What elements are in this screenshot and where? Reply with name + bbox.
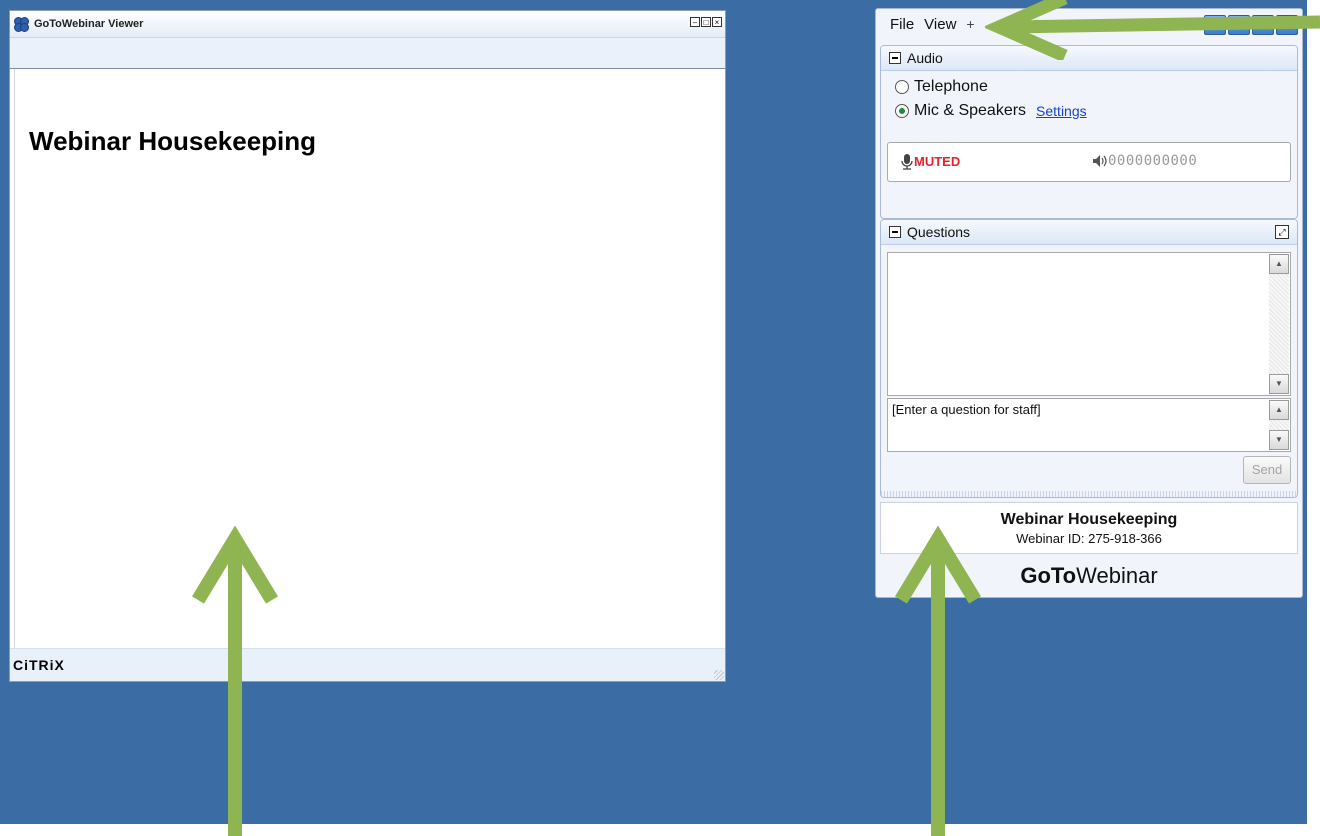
webinar-viewer-window: GoToWebinar Viewer – □ × Webinar Houseke…: [9, 10, 726, 682]
scroll-down-icon[interactable]: ▼: [1269, 374, 1289, 394]
menu-more[interactable]: +: [966, 16, 974, 32]
questions-scrollbar[interactable]: ▲ ▼: [1269, 254, 1289, 394]
control-panel: File View + Audio Telephone Mic & Speake…: [875, 8, 1303, 598]
telephone-radio[interactable]: [895, 80, 909, 94]
viewer-footer: CiTRiX: [10, 648, 725, 681]
brand-light: Webinar: [1076, 563, 1158, 588]
popout-icon[interactable]: ⤢: [1275, 225, 1289, 239]
question-input[interactable]: [Enter a question for staff] ▲ ▼: [887, 398, 1291, 452]
telephone-label: Telephone: [914, 78, 988, 95]
arrow-annotation-right: [895, 525, 981, 836]
viewer-title: GoToWebinar Viewer: [34, 18, 144, 30]
maximize-icon[interactable]: □: [701, 17, 711, 27]
viewer-titlebar[interactable]: GoToWebinar Viewer – □ ×: [10, 11, 725, 38]
questions-header-label: Questions: [907, 224, 971, 240]
arrow-annotation-left: [192, 525, 278, 836]
questions-header[interactable]: Questions: [881, 220, 1297, 245]
microphone-icon: [901, 154, 913, 170]
audio-status-box: MUTED 0000000000: [887, 142, 1291, 182]
viewer-toolbar: [10, 38, 725, 69]
minimize-icon[interactable]: –: [690, 17, 700, 27]
citrix-logo: CiTRiX: [13, 657, 65, 673]
menu-view[interactable]: View: [924, 16, 956, 33]
speaker-icon: [1093, 155, 1107, 167]
telephone-option[interactable]: Telephone: [895, 78, 988, 96]
mic-speakers-label: Mic & Speakers: [914, 102, 1027, 119]
question-input-placeholder: [Enter a question for staff]: [892, 402, 1041, 417]
brand-bold: GoTo: [1020, 563, 1077, 588]
input-scrollbar[interactable]: ▲ ▼: [1269, 400, 1289, 450]
gotowebinar-flower-icon: [14, 17, 29, 32]
scroll-up-icon[interactable]: ▲: [1269, 254, 1289, 274]
scroll-down-icon[interactable]: ▼: [1269, 430, 1289, 450]
collapse-icon[interactable]: [889, 52, 901, 64]
send-button[interactable]: Send: [1243, 456, 1291, 484]
menu-file[interactable]: File: [890, 16, 914, 33]
slide-heading: Webinar Housekeeping: [29, 126, 317, 156]
presentation-area: Webinar Housekeeping: [14, 69, 725, 649]
audio-section: Audio Telephone Mic & Speakers Settings …: [880, 45, 1298, 219]
arrow-annotation-top: [985, 0, 1320, 60]
resize-edge[interactable]: [881, 491, 1297, 497]
questions-log: ▲ ▼: [887, 252, 1291, 396]
audio-settings-link[interactable]: Settings: [1036, 103, 1087, 119]
collapse-icon[interactable]: [889, 226, 901, 238]
mic-speakers-radio[interactable]: [895, 104, 909, 118]
close-icon[interactable]: ×: [712, 17, 722, 27]
questions-section: Questions ⤢ ▲ ▼ [Enter a question for st…: [880, 219, 1298, 498]
muted-status: MUTED: [914, 154, 961, 169]
viewer-window-controls: – □ ×: [690, 17, 722, 27]
audio-level-meter: 0000000000: [1108, 153, 1198, 169]
resize-grip-icon[interactable]: [714, 670, 724, 680]
audio-header-label: Audio: [907, 50, 943, 66]
mic-speakers-option[interactable]: Mic & Speakers Settings: [895, 102, 1087, 120]
scroll-up-icon[interactable]: ▲: [1269, 400, 1289, 420]
